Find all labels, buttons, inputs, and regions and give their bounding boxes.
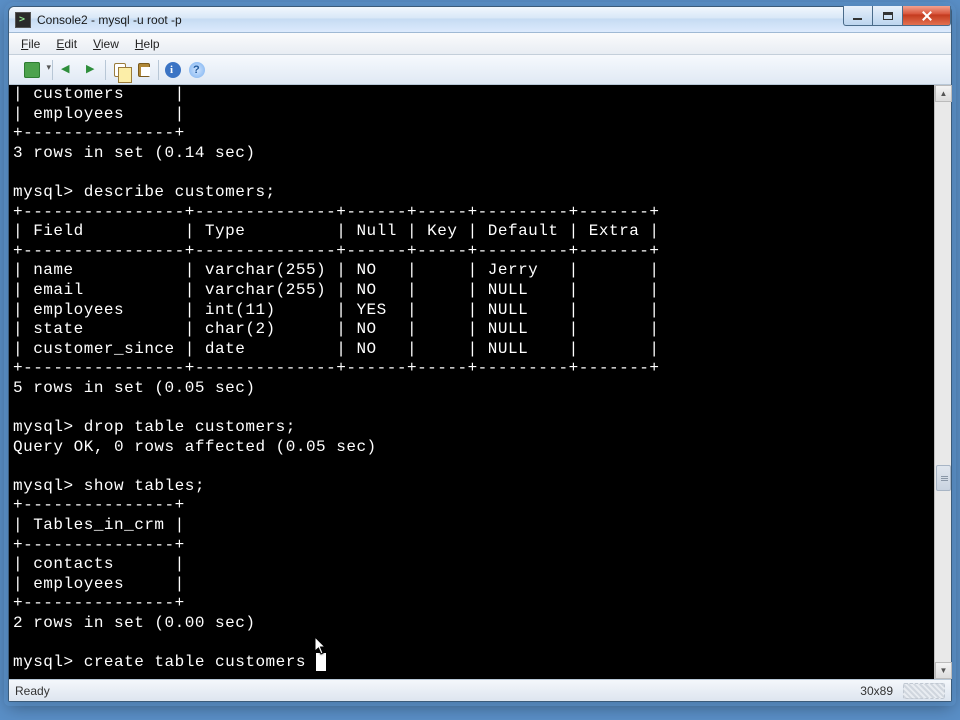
menu-view-label: iew	[101, 37, 119, 51]
window-controls	[843, 6, 951, 26]
window-title: Console2 - mysql -u root -p	[37, 13, 182, 27]
terminal-container: | customers | | employees | +-----------…	[9, 85, 951, 679]
statusbar: Ready 30x89	[9, 679, 951, 701]
app-icon	[15, 12, 31, 28]
titlebar[interactable]: Console2 - mysql -u root -p	[9, 7, 951, 33]
toolbar-separator	[158, 60, 159, 80]
status-right: 30x89	[860, 683, 945, 699]
maximize-button[interactable]	[873, 6, 903, 26]
newtab-icon	[24, 62, 40, 78]
menu-file[interactable]: File	[13, 35, 48, 53]
terminal[interactable]: | customers | | employees | +-----------…	[9, 85, 934, 679]
help-button[interactable]	[186, 59, 208, 81]
status-text: Ready	[15, 684, 50, 698]
copy-button[interactable]	[109, 59, 131, 81]
scrollbar[interactable]: ▲ ▼	[934, 85, 951, 679]
menu-help[interactable]: Help	[127, 35, 168, 53]
arrow-left-icon	[59, 62, 75, 78]
minimize-icon	[852, 11, 864, 21]
menu-edit-label: dit	[64, 37, 77, 51]
close-button[interactable]	[903, 6, 951, 26]
prev-button[interactable]	[56, 59, 78, 81]
menu-view[interactable]: View	[85, 35, 127, 53]
scroll-thumb[interactable]	[936, 465, 951, 491]
info-icon	[165, 62, 181, 78]
maximize-icon	[883, 12, 893, 20]
menubar: File Edit View Help	[9, 33, 951, 55]
paste-button[interactable]	[133, 59, 155, 81]
help-icon	[189, 62, 205, 78]
next-button[interactable]	[80, 59, 102, 81]
scroll-up-button[interactable]: ▲	[935, 85, 952, 102]
app-window: Console2 - mysql -u root -p File Edit Vi…	[8, 6, 952, 702]
copy-icon	[114, 63, 126, 77]
info-button[interactable]	[162, 59, 184, 81]
menu-help-label: elp	[144, 37, 160, 51]
menu-file-label: ile	[28, 37, 40, 51]
close-icon	[921, 11, 933, 21]
menu-edit[interactable]: Edit	[48, 35, 85, 53]
paste-icon	[138, 63, 150, 77]
resize-grip-icon[interactable]	[903, 683, 945, 699]
toolbar-separator	[52, 60, 53, 80]
toolbar	[9, 55, 951, 85]
newtab-button[interactable]	[15, 59, 49, 81]
minimize-button[interactable]	[843, 6, 873, 26]
toolbar-separator	[105, 60, 106, 80]
arrow-right-icon	[83, 62, 99, 78]
status-dims: 30x89	[860, 684, 893, 698]
scroll-down-button[interactable]: ▼	[935, 662, 952, 679]
